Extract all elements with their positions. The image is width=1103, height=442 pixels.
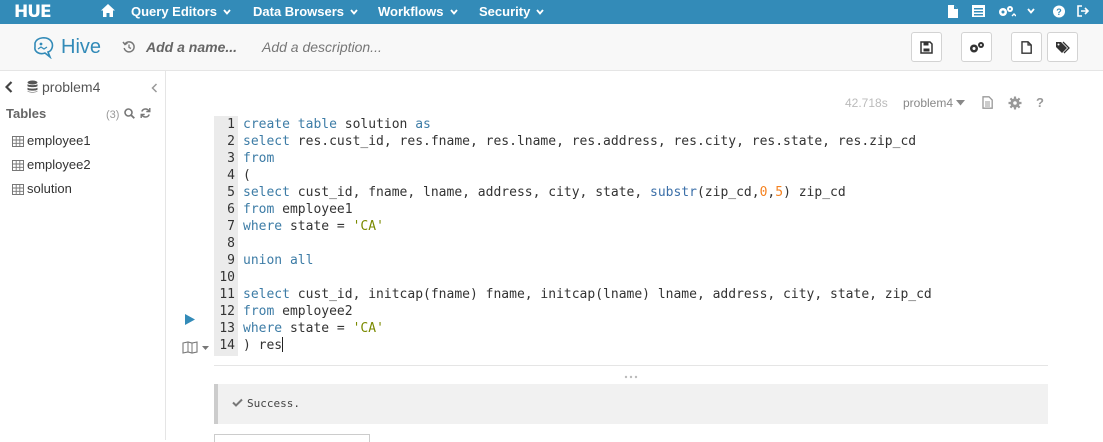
- chevron-down-icon: [223, 9, 231, 15]
- table-name: solution: [27, 181, 72, 196]
- file-icon[interactable]: [947, 5, 958, 18]
- book-icon[interactable]: [182, 341, 210, 354]
- chevron-down-icon: [536, 9, 544, 15]
- result-message: Success.: [247, 397, 300, 410]
- check-icon: [232, 398, 243, 407]
- table-icon: [12, 135, 24, 147]
- editor-divider: [214, 365, 1048, 366]
- table-name: employee1: [27, 133, 91, 148]
- line-number: 13: [219, 321, 235, 336]
- hive-logo-icon: [34, 37, 54, 59]
- file-icon[interactable]: [982, 96, 993, 109]
- table-item[interactable]: employee2: [12, 157, 91, 173]
- line-number: 6: [227, 202, 235, 217]
- query-name-field[interactable]: Add a name...: [146, 39, 237, 56]
- line-number: 4: [227, 168, 235, 183]
- file-icon: [1021, 40, 1032, 54]
- code-text: select cust_id, initcap(fname) fname, in…: [243, 287, 932, 302]
- chevron-down-icon: [449, 9, 458, 15]
- line-number: 12: [219, 304, 235, 319]
- menu-label: Security: [479, 4, 531, 19]
- resize-handle-icon[interactable]: [624, 375, 638, 379]
- line-number: 8: [227, 236, 235, 251]
- home-icon[interactable]: [100, 3, 116, 18]
- table-icon: [12, 159, 24, 171]
- collapse-panel-icon[interactable]: [151, 83, 158, 93]
- tags-button[interactable]: [1047, 32, 1078, 62]
- database-selector-label: problem4: [903, 96, 954, 110]
- line-number: 11: [219, 287, 235, 302]
- result-panel: Success.: [214, 384, 1048, 424]
- code-text: select res.cust_id, res.fname, res.lname…: [243, 134, 917, 149]
- sql-editor[interactable]: 1 create table solution as 2 select res.cu…: [214, 116, 1048, 356]
- menu-workflows[interactable]: Workflows: [378, 4, 458, 20]
- line-number: 7: [227, 219, 235, 234]
- gears-icon[interactable]: [998, 5, 1016, 18]
- history-icon[interactable]: [122, 40, 136, 54]
- menu-label: Workflows: [378, 4, 444, 19]
- svg-text:?: ?: [1056, 7, 1062, 17]
- code-text: ) res: [243, 337, 284, 353]
- database-selector[interactable]: problem4: [903, 96, 966, 110]
- chevron-left-icon[interactable]: [5, 81, 13, 93]
- code-text: union all: [243, 253, 314, 268]
- line-number: 9: [227, 253, 235, 268]
- code-text: select cust_id, fname, lname, address, c…: [243, 185, 846, 200]
- execution-time: 42.718s: [845, 96, 888, 110]
- table-name: employee2: [27, 157, 91, 172]
- assist-panel: problem4 Tables (3) employee1 employee2 …: [0, 71, 166, 440]
- code-text: (: [243, 168, 251, 183]
- code-text: from employee1: [243, 202, 353, 217]
- menu-label: Query Editors: [131, 4, 217, 19]
- caret-down-icon: [956, 100, 966, 106]
- help-icon[interactable]: ?: [1035, 96, 1045, 109]
- list-icon[interactable]: [972, 5, 985, 17]
- tags-icon: [1056, 41, 1070, 53]
- line-number: 2: [227, 134, 235, 149]
- code-text: where state = 'CA': [243, 321, 384, 336]
- database-icon: [27, 80, 38, 93]
- menu-label: Data Browsers: [253, 4, 345, 19]
- editor-title[interactable]: Hive: [61, 35, 101, 59]
- chevron-down-icon[interactable]: [1027, 5, 1035, 17]
- gears-icon: [969, 41, 984, 52]
- code-text: from: [243, 151, 275, 166]
- play-icon[interactable]: [184, 313, 196, 326]
- menu-security[interactable]: Security: [479, 4, 544, 20]
- next-snippet-box[interactable]: [214, 434, 370, 442]
- database-name[interactable]: problem4: [42, 79, 100, 96]
- code-text: from employee2: [243, 304, 353, 319]
- save-button[interactable]: [911, 32, 942, 62]
- top-navbar: HUE Query Editors Data Browsers Workflow…: [0, 0, 1103, 24]
- new-query-button[interactable]: [1011, 32, 1042, 62]
- text-cursor: [282, 337, 284, 352]
- code-text: where state = 'CA': [243, 219, 384, 234]
- tables-count: (3): [106, 109, 120, 121]
- menu-data-browsers[interactable]: Data Browsers: [253, 4, 358, 20]
- chevron-down-icon: [350, 9, 358, 15]
- code-text: create table solution as: [243, 117, 431, 132]
- query-description-field[interactable]: Add a description...: [262, 39, 382, 56]
- gear-icon[interactable]: [1008, 96, 1022, 110]
- line-number: 1: [227, 117, 235, 132]
- tables-heading: Tables: [6, 106, 47, 121]
- line-number: 3: [227, 151, 235, 166]
- help-icon[interactable]: ?: [1053, 5, 1065, 18]
- line-number: 14: [219, 338, 235, 353]
- refresh-icon[interactable]: [140, 107, 151, 119]
- sign-out-icon[interactable]: [1077, 5, 1090, 17]
- save-icon: [920, 40, 933, 54]
- search-icon[interactable]: [124, 108, 135, 119]
- settings-button[interactable]: [961, 32, 992, 62]
- menu-query-editors[interactable]: Query Editors: [131, 4, 231, 20]
- line-number: 10: [219, 270, 235, 285]
- table-item[interactable]: solution: [12, 181, 72, 197]
- line-number: 5: [227, 185, 235, 200]
- svg-text:?: ?: [1036, 96, 1044, 109]
- table-icon: [12, 183, 24, 195]
- editor-header: Hive Add a name... Add a description...: [0, 24, 1103, 71]
- hue-logo[interactable]: HUE: [14, 2, 52, 22]
- table-item[interactable]: employee1: [12, 133, 91, 149]
